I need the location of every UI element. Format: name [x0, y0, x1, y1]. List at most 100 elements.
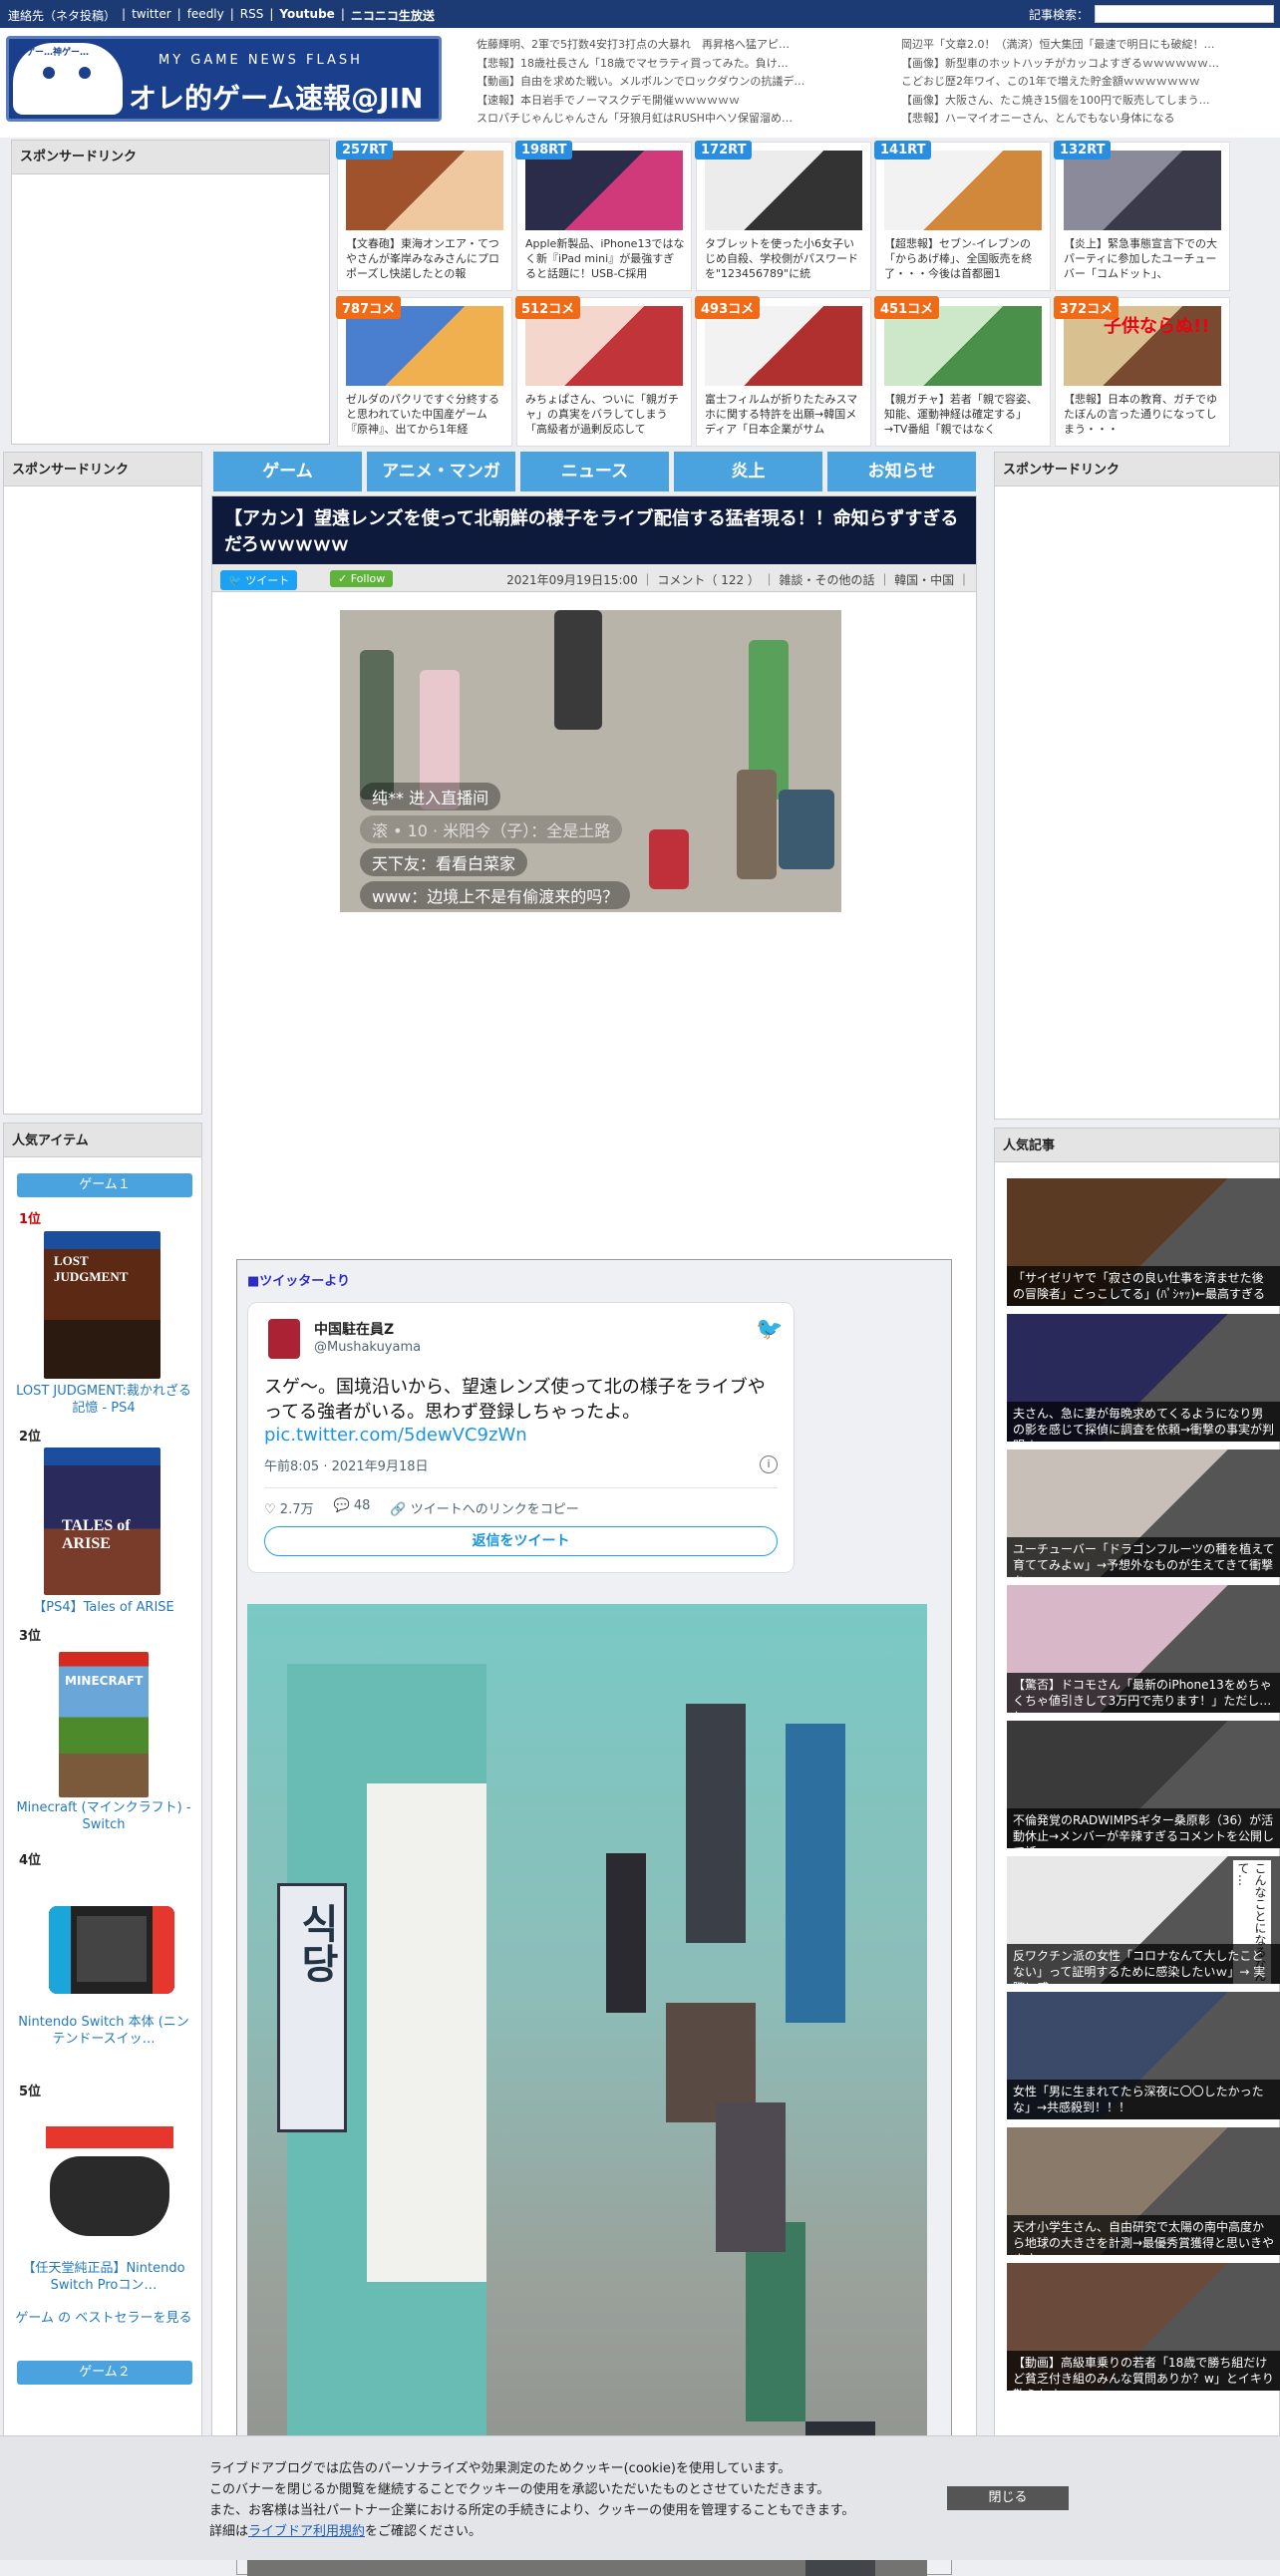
news-list-left: 佐藤輝明、2軍で5打数4安打3打点の大暴れ 再昇格へ猛アピ… 【悲報】18歳社長…: [477, 36, 895, 129]
copy-link-action[interactable]: 🔗 ツイートへのリンクをコピー: [390, 1498, 578, 1517]
thumb-title: ゼルダのパクリですぐ分終すると思われていた中国産ゲーム『原神』、出てから1年経: [346, 393, 499, 436]
news-list-right: 岡辺平「文章2.0！（満済）恒大集団「最速で明日にも破綻！… 【画像】新型車のホ…: [901, 36, 1270, 129]
sponsor-box-left: スポンサードリンク: [3, 452, 202, 1115]
product-image[interactable]: [49, 1906, 174, 1994]
news-item[interactable]: 佐藤輝明、2軍で5打数4安打3打点の大暴れ 再昇格へ猛アピ…: [477, 36, 895, 55]
youtube-link[interactable]: Youtube: [279, 7, 334, 24]
product-image[interactable]: LOST JUDGMENT: [44, 1231, 160, 1379]
twitter-section: ■ツイッターより 中国駐在員Z @Mushakuyama 🐦 スゲ〜。国境沿いか…: [236, 1259, 952, 2576]
nav-info[interactable]: お知らせ: [827, 452, 976, 491]
popular-article[interactable]: 夫さん、急に妻が毎晩求めてくるようになり男の影を感じて探偵に調査を依頼→衝撃の事…: [1007, 1314, 1280, 1442]
reply-action[interactable]: 💬 48: [333, 1498, 370, 1517]
article-meta-text: 2021年09月19日15:00 ｜ コメント（ 122 ） ｜ 雑談・その他の…: [506, 573, 970, 587]
popular-article-title: 「サイゼリヤで「寂さの良い仕事を済ませた後の冒険者」ごっこしてる」(ﾊﾟｼｬｯ)…: [1007, 1266, 1280, 1306]
popular-thumb[interactable]: 141RT 【超悲報】セブン-イレブンの「からあげ棒」、全国販売を終了・・・今後は…: [874, 141, 1051, 291]
search-input[interactable]: [1095, 5, 1274, 23]
game1-tab[interactable]: ゲーム１: [17, 1173, 192, 1197]
popular-article[interactable]: 「サイゼリヤで「寂さの良い仕事を済ませた後の冒険者」ごっこしてる」(ﾊﾟｼｬｯ)…: [1007, 1178, 1280, 1306]
product-link[interactable]: Minecraft (マインクラフト) - Switch: [14, 1799, 193, 1833]
popular-article[interactable]: 【驚否】ドコモさん「最新のiPhone13をめちゃくちゃ値引きして3万円で売りま…: [1007, 1585, 1280, 1713]
product-image[interactable]: [42, 2120, 177, 2252]
link-icon: 🔗: [390, 1502, 407, 1517]
popular-article[interactable]: 天才小学生さん、自由研究で太陽の南中高度から地球の大きさを計測→最優秀賞獲得と思…: [1007, 2127, 1280, 2255]
embedded-tweet[interactable]: 中国駐在員Z @Mushakuyama 🐦 スゲ〜。国境沿いから、望遠レンズ使っ…: [247, 1302, 795, 1573]
popular-items-box: 人気アイテム ゲーム１ 1位 LOST JUDGMENT LOST JUDGME…: [3, 1123, 202, 2560]
live-comment: www：边境上不是有偷渡来的吗？: [360, 881, 631, 909]
sponsor-heading: スポンサードリンク: [995, 453, 1279, 486]
logo-title: オレ的ゲーム速報@JIN: [129, 82, 424, 115]
site-logo[interactable]: 神ゲー…神ゲー… MY GAME NEWS FLASH オレ的ゲーム速報@JIN: [6, 36, 442, 122]
follow-button[interactable]: ✓ Follow: [330, 570, 394, 587]
popular-thumb[interactable]: 198RT Apple新製品、iPhone13ではなく新『iPad mini』が最…: [515, 141, 692, 291]
news-item[interactable]: 【悲報】18歳社長さん「18歳でマセラティ買ってみた。負け…: [477, 55, 895, 74]
article-title[interactable]: 【アカン】望遠レンズを使って北朝鮮の様子をライブ配信する猛者現る！！命知らずすぎ…: [212, 496, 976, 564]
live-comment: 滚 • 10 · 米阳今（子）：全是土路: [360, 815, 623, 843]
twitter-link[interactable]: twitter: [132, 7, 171, 24]
news-item[interactable]: 【悲報】ハーマイオニーさん、とんでもない身体になる: [901, 110, 1270, 129]
popular-thumb[interactable]: 493コメ 富士フィルムが折りたたみスマホに関する特許を出願→韓国メディア「日本企…: [695, 296, 871, 447]
news-item[interactable]: 岡辺平「文章2.0！（満済）恒大集団「最速で明日にも破綻！…: [901, 36, 1270, 55]
popular-thumb[interactable]: 132RT 【炎上】緊急事態宣言下での大パーティに参加したユーチューバー「コムドッ…: [1054, 141, 1230, 291]
nav-news[interactable]: ニュース: [520, 452, 669, 491]
rank-label: 3位: [19, 1629, 42, 1644]
product-link[interactable]: LOST JUDGMENT:裁かれざる記憶 - PS4: [14, 1383, 193, 1417]
popular-thumb[interactable]: 257RT 【文春砲】東海オンエア・てつやさんが峯岸みなみさんにプロポーズし快諾し…: [336, 141, 512, 291]
popular-article-title: 天才小学生さん、自由研究で太陽の南中高度から地球の大きさを計測→最優秀賞獲得と思…: [1007, 2215, 1280, 2255]
product-link[interactable]: 【PS4】Tales of ARISE: [14, 1599, 193, 1616]
popular-article[interactable]: 女性「男に生まれてたら深夜に〇〇したかったな」→共感殺到！！！: [1007, 1992, 1280, 2119]
nav-enjo[interactable]: 炎上: [674, 452, 822, 491]
game2-tab[interactable]: ゲーム２: [17, 2361, 192, 2385]
popular-thumb[interactable]: 787コメ ゼルダのパクリですぐ分終すると思われていた中国産ゲーム『原神』、出てか…: [336, 296, 512, 447]
nav-game[interactable]: ゲーム: [213, 452, 362, 491]
popular-thumb[interactable]: 172RT タブレットを使った小6女子いじめ自殺、学校側がパスワードを"12345…: [695, 141, 871, 291]
product-image[interactable]: MINECRAFT: [59, 1652, 149, 1797]
tweet-photo[interactable]: 식당: [247, 1604, 927, 2576]
popular-thumb[interactable]: 子供ならぬ!! 372コメ 【悲報】日本の教育、ガチでゆたぼんの言った通りになってし…: [1054, 296, 1230, 447]
like-action[interactable]: ♡ 2.7万: [264, 1498, 313, 1517]
popular-thumb[interactable]: 451コメ【親ガチャ】若者「親で容姿、知能、運動神経は確定する」→TV番組「親で…: [874, 296, 1051, 447]
popular-thumb[interactable]: 512コメ みちょぱさん、ついに「親ガチャ」の真実をバラしてしまう「高級者が過剰反…: [515, 296, 692, 447]
thumb-title: 【親ガチャ】若者「親で容姿、知能、運動神経は確定する」→TV番組「親ではなく: [884, 393, 1038, 436]
bestseller-link[interactable]: ゲーム の ベストセラーを見る: [14, 2310, 193, 2327]
popular-article-title: 反ワクチン派の女性「コロナなんて大したことない」って証明するために感染したいｗ」…: [1007, 1944, 1280, 1984]
product-link[interactable]: Nintendo Switch 本体 (ニンテンドースイッ…: [14, 2014, 193, 2048]
info-icon[interactable]: i: [760, 1455, 778, 1473]
comment-icon: 💬: [333, 1498, 350, 1513]
sponsor-box-top: スポンサードリンク: [11, 140, 330, 445]
news-item[interactable]: 【画像】大阪さん、たこ焼き15個を100円で販売してしまう…: [901, 92, 1270, 111]
popular-articles-box: 人気記事 「サイゼリヤで「寂さの良い仕事を済ませた後の冒険者」ごっこしてる」(ﾊ…: [994, 1127, 1280, 2560]
product-link[interactable]: 【任天堂純正品】Nintendo Switch Proコン…: [14, 2260, 193, 2294]
logo-subtitle: MY GAME NEWS FLASH: [159, 53, 363, 68]
popular-article[interactable]: 不倫発覚のRADWIMPSギター桑原彰（36）が活動休止→メンバーが辛辣すぎるコ…: [1007, 1721, 1280, 1848]
nav-anime-manga[interactable]: アニメ・マンガ: [367, 452, 515, 491]
twitter-bird-icon[interactable]: 🐦: [756, 1317, 783, 1342]
news-item[interactable]: 【画像】新型車のホットハッチがカッコよすぎるｗｗｗｗｗｗ…: [901, 55, 1270, 74]
tweet-button[interactable]: 🐦 ツイート: [220, 570, 298, 590]
terms-link[interactable]: ライブドア利用規約: [248, 2524, 365, 2539]
contact-link[interactable]: 連絡先（ネタ投稿）: [8, 7, 116, 24]
thumb-image: [346, 151, 503, 230]
news-item[interactable]: 【動画】自由を求めた戦い。メルボルンでロックダウンの抗議デ…: [477, 73, 895, 92]
feedly-link[interactable]: feedly: [187, 7, 224, 24]
product-image[interactable]: TALES of ARISE: [44, 1448, 160, 1595]
thumb-title: 【文春砲】東海オンエア・てつやさんが峯岸みなみさんにプロポーズし快諾したとの報: [346, 237, 499, 280]
tweet-author-handle[interactable]: @Mushakuyama: [314, 1340, 421, 1355]
popular-article[interactable]: こんなことになるなんて… 反ワクチン派の女性「コロナなんて大したことない」って証明…: [1007, 1856, 1280, 1984]
news-item[interactable]: 【速報】本日岩手でノーマスクデモ開催ｗｗｗｗｗｗ: [477, 92, 895, 111]
tweet-pic-link[interactable]: pic.twitter.com/5dewVC9zWn: [264, 1425, 527, 1446]
thumb-badge: 451コメ: [874, 296, 940, 319]
news-item[interactable]: こどおじ歴2年ワイ、この1年で増えた貯金額ｗｗｗｗｗｗｗ: [901, 73, 1270, 92]
niconico-link[interactable]: ニコニコ生放送: [351, 7, 435, 24]
tweet-date[interactable]: 午前8:05 · 2021年9月18日: [264, 1455, 429, 1474]
popular-article-title: 【動画】高級車乗りの若者「18歳で勝ち組だけど貧乏付き組のみんな質問ありか？w」…: [1007, 2351, 1280, 2391]
rss-link[interactable]: RSS: [240, 7, 264, 24]
cookie-close-button[interactable]: 閉じる: [947, 2486, 1069, 2510]
tweet-author-name[interactable]: 中国駐在員Z: [314, 1319, 394, 1339]
live-comment: 天下友：看看白菜家: [360, 848, 528, 876]
popular-article[interactable]: 【動画】高級車乗りの若者「18歳で勝ち組だけど貧乏付き組のみんな質問ありか？w」…: [1007, 2263, 1280, 2391]
reply-tweet-button[interactable]: 返信をツイート: [264, 1526, 778, 1556]
news-item[interactable]: スロパチじゃんじゃんさん「牙狼月虹はRUSH中ヘソ保留溜め…: [477, 110, 895, 129]
rank-label: 1位: [19, 1212, 42, 1227]
tweet-avatar[interactable]: [268, 1319, 300, 1359]
popular-article[interactable]: ユーチューバー「ドラゴンフルーツの種を植えて育ててみよｗ」→予想外なものが生えて…: [1007, 1449, 1280, 1577]
